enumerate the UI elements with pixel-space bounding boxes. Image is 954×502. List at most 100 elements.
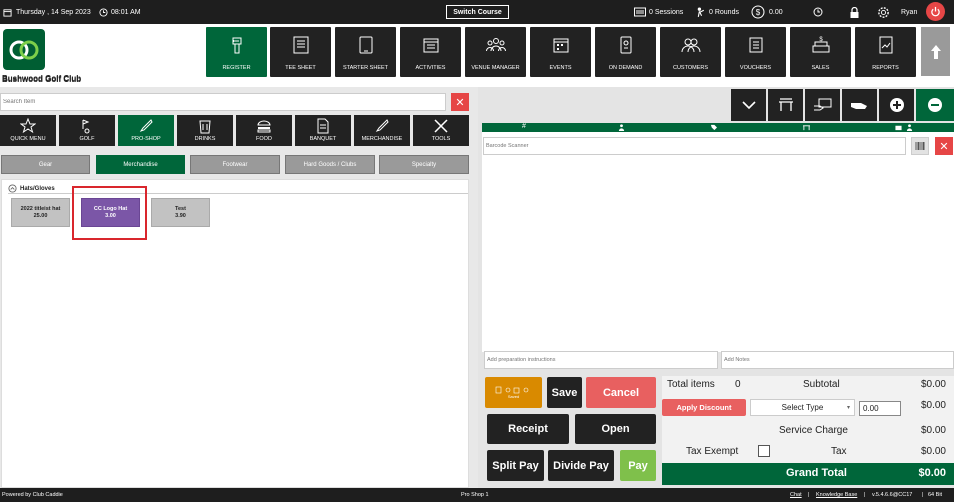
saved-label: Saved: [507, 394, 520, 399]
nav-tee-sheet[interactable]: TEE SHEET: [270, 27, 331, 77]
pay-button[interactable]: Pay: [620, 450, 656, 481]
nav-label: REPORTS: [872, 65, 899, 71]
clock-button[interactable]: [813, 0, 823, 24]
category-golf[interactable]: GOLF: [59, 115, 115, 146]
tax-label: Tax: [831, 446, 847, 457]
preparation-instructions-input[interactable]: [484, 351, 718, 369]
category-pro-shop[interactable]: PRO-SHOP: [118, 115, 174, 146]
nav-starter-sheet[interactable]: STARTER SHEET: [335, 27, 396, 77]
lock-button[interactable]: [850, 0, 859, 24]
category-tools[interactable]: TOOLS: [413, 115, 469, 146]
order-list: [482, 132, 954, 352]
tax-exempt-checkbox[interactable]: [758, 445, 770, 457]
nav-on-demand[interactable]: ON DEMAND: [595, 27, 656, 77]
nav-label: VENUE MANAGER: [471, 65, 520, 71]
item-name: Test: [175, 205, 186, 212]
time-text: 08:01 AM: [111, 8, 141, 16]
power-button[interactable]: [926, 2, 945, 21]
nav-venue-manager[interactable]: VENUE MANAGER: [465, 27, 526, 77]
briefcase-icon: [895, 125, 902, 131]
order-column-header: #: [482, 123, 954, 132]
search-input[interactable]: [0, 93, 446, 111]
lock-icon: [850, 6, 859, 18]
nav-label: EVENTS: [549, 65, 572, 71]
person-icon: [906, 124, 913, 131]
close-icon: ✕: [455, 96, 465, 109]
golf-cart-icon: [82, 119, 90, 134]
notes-input[interactable]: [721, 351, 954, 369]
separator: |: [808, 492, 810, 498]
nav-sales[interactable]: $ SALES: [790, 27, 851, 77]
nav-register[interactable]: REGISTER: [206, 27, 267, 77]
add-item-button[interactable]: [879, 89, 914, 121]
nav-vouchers[interactable]: VOUCHERS: [725, 27, 786, 77]
item-grid: Hats/Gloves 2022 titleist hat 25.00 CC L…: [1, 179, 469, 488]
category-quick-menu[interactable]: QUICK MENU: [0, 115, 56, 146]
cancel-button[interactable]: Cancel: [586, 377, 656, 408]
service-charge-label: Service Charge: [779, 425, 848, 436]
chevron-down-icon: [741, 101, 756, 110]
hand-icon: [850, 103, 867, 109]
rounds-indicator[interactable]: 0 Rounds: [695, 0, 739, 24]
gear-icon: [878, 6, 889, 18]
collapse-icon: [8, 184, 17, 193]
switch-course-button[interactable]: Switch Course: [446, 5, 509, 19]
barcode-input[interactable]: [483, 137, 906, 155]
nav-customers[interactable]: CUSTOMERS: [660, 27, 721, 77]
category-drinks[interactable]: DRINKS: [177, 115, 233, 146]
sessions-indicator[interactable]: 0 Sessions: [634, 0, 683, 24]
hand-button[interactable]: [842, 89, 877, 121]
divide-pay-button[interactable]: Divide Pay: [548, 450, 614, 481]
subcategory-footwear[interactable]: Footwear: [190, 155, 280, 174]
balance-indicator[interactable]: $ 0.00: [751, 0, 783, 24]
saved-orders-button[interactable]: Saved: [485, 377, 542, 408]
clock-icon: [99, 7, 108, 17]
nav-activities[interactable]: ACTIVITIES: [400, 27, 461, 77]
apply-discount-button[interactable]: Apply Discount: [662, 399, 746, 416]
discount-value-input[interactable]: 0.00: [859, 401, 901, 416]
open-button[interactable]: Open: [575, 414, 656, 444]
discount-type-select[interactable]: Select Type ▾: [750, 399, 855, 416]
receipt-button[interactable]: Receipt: [487, 414, 569, 444]
footer: Powered by Club Caddie Pro Shop 1 Chat |…: [0, 488, 954, 502]
user-name[interactable]: Ryan: [901, 0, 917, 24]
svg-text:$: $: [756, 8, 761, 17]
category-label: TOOLS: [431, 136, 451, 142]
tax-exempt-label: Tax Exempt: [686, 446, 739, 457]
member-card-button[interactable]: [805, 89, 840, 121]
subcategory-specialty[interactable]: Specialty: [379, 155, 469, 174]
table-button[interactable]: [768, 89, 803, 121]
subcategory-merchandise[interactable]: Merchandise: [96, 155, 185, 174]
item-tile[interactable]: 2022 titleist hat 25.00: [11, 198, 70, 227]
tag-icon: [710, 124, 717, 131]
group-label: Hats/Gloves: [20, 185, 55, 192]
category-banquet[interactable]: BANQUET: [295, 115, 351, 146]
item-panel: ✕ QUICK MENU GOLF PRO-SHOP DRINKS FOOD B…: [0, 87, 478, 488]
barcode-icon: [915, 142, 925, 150]
subcategory-gear[interactable]: Gear: [1, 155, 90, 174]
collapse-button[interactable]: [731, 89, 766, 121]
clear-search-button[interactable]: ✕: [451, 93, 469, 111]
arrow-up-icon: [930, 44, 941, 59]
barcode-scan-button[interactable]: [911, 137, 929, 155]
settings-button[interactable]: [877, 0, 890, 24]
item-tile[interactable]: Test 3.90: [151, 198, 210, 227]
chat-link[interactable]: Chat: [790, 492, 802, 498]
category-food[interactable]: FOOD: [236, 115, 292, 146]
split-pay-button[interactable]: Split Pay: [487, 450, 544, 481]
save-button[interactable]: Save: [547, 377, 582, 408]
remove-item-button[interactable]: [916, 89, 954, 121]
subcategory-hard-goods[interactable]: Hard Goods / Clubs: [285, 155, 375, 174]
category-label: BANQUET: [309, 136, 337, 142]
golf-club-icon: [375, 119, 389, 132]
nav-label: VOUCHERS: [739, 65, 772, 71]
clear-barcode-button[interactable]: ✕: [935, 137, 953, 155]
scroll-up-button[interactable]: [921, 27, 950, 76]
people-group-icon: [485, 38, 506, 52]
knowledge-base-link[interactable]: Knowledge Base: [816, 492, 857, 498]
category-merchandise[interactable]: MERCHANDISE: [354, 115, 410, 146]
register-icon: [634, 7, 646, 17]
group-header[interactable]: Hats/Gloves: [8, 184, 55, 193]
nav-reports[interactable]: REPORTS: [855, 27, 916, 77]
nav-events[interactable]: EVENTS: [530, 27, 591, 77]
